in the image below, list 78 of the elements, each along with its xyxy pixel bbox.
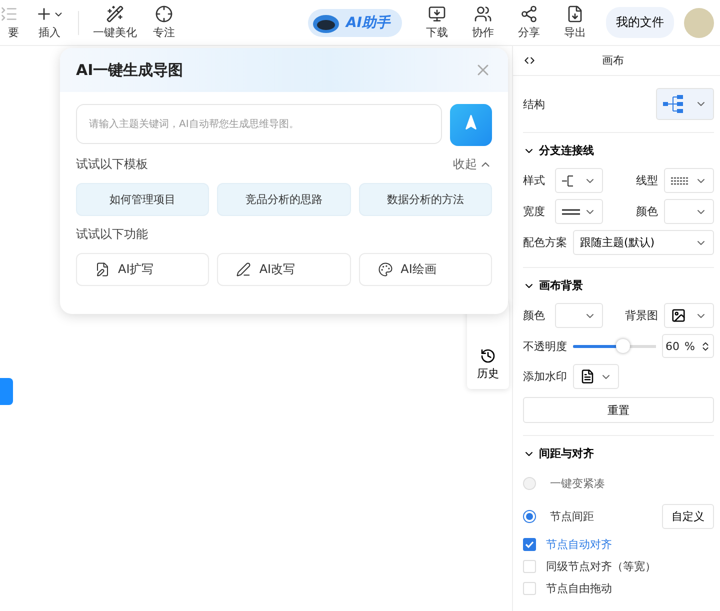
history-icon bbox=[480, 348, 496, 364]
line-type-select[interactable] bbox=[664, 168, 714, 193]
feature-button[interactable]: AI绘画 bbox=[358, 253, 492, 286]
color-select[interactable] bbox=[664, 199, 714, 224]
branch-style-select[interactable] bbox=[555, 168, 603, 193]
toolbar-button[interactable]: 插入 bbox=[27, 5, 72, 40]
section-label: 试试以下功能 bbox=[76, 226, 149, 243]
watermark-select[interactable] bbox=[573, 364, 619, 389]
dialog-title: AI一键生成导图 bbox=[76, 60, 184, 80]
structure-select[interactable] bbox=[656, 88, 714, 120]
my-files-button[interactable]: 我的文件 bbox=[606, 7, 674, 38]
field-label: 样式 bbox=[523, 173, 546, 188]
toolbar-button[interactable]: 专注 bbox=[145, 5, 183, 40]
slider-handle[interactable] bbox=[616, 339, 630, 353]
section-title: 画布背景 bbox=[539, 278, 583, 293]
field-label: 背景图 bbox=[625, 308, 658, 323]
collapse-button[interactable]: 收起 bbox=[453, 156, 492, 173]
download-icon bbox=[428, 5, 446, 23]
background-image-select[interactable] bbox=[664, 303, 714, 328]
line-width-icon bbox=[562, 208, 580, 216]
checkbox-label: 节点自动对齐 bbox=[546, 537, 612, 552]
toolbar-button[interactable]: 要 bbox=[0, 5, 27, 40]
share-icon bbox=[520, 5, 538, 23]
dashed-line-icon bbox=[671, 176, 689, 184]
export-icon bbox=[566, 5, 584, 23]
document-icon bbox=[580, 369, 595, 384]
magic-wand-icon bbox=[106, 5, 124, 23]
prompt-field[interactable]: 请输入主题关键词，AI自动帮您生成思维导图。 bbox=[76, 104, 442, 144]
image-icon bbox=[671, 308, 686, 323]
send-button[interactable] bbox=[450, 104, 492, 146]
width-select[interactable] bbox=[555, 199, 603, 224]
option-label: 节点间距 bbox=[550, 509, 594, 524]
section-header[interactable]: 画布背景 bbox=[523, 278, 714, 293]
section-label: 试试以下模板 bbox=[76, 156, 148, 173]
crosshair-icon bbox=[155, 5, 173, 23]
option-label: 一键变紧凑 bbox=[550, 476, 605, 491]
field-label: 不透明度 bbox=[523, 338, 567, 354]
palette-icon bbox=[378, 262, 393, 277]
opacity-field[interactable]: 60 % bbox=[662, 334, 714, 358]
section-header[interactable]: 间距与对齐 bbox=[523, 446, 714, 461]
section-title: 分支连接线 bbox=[539, 143, 594, 158]
feature-button[interactable]: AI扩写 bbox=[76, 253, 210, 286]
checkbox-label: 节点自由拖动 bbox=[546, 581, 612, 596]
toolbar-button[interactable]: 一键美化 bbox=[85, 5, 145, 40]
field-label: 添加水印 bbox=[523, 369, 567, 384]
summary-icon bbox=[0, 5, 18, 23]
check-icon bbox=[525, 540, 534, 549]
section-title: 间距与对齐 bbox=[539, 446, 594, 461]
section-header[interactable]: 分支连接线 bbox=[523, 143, 714, 158]
template-button[interactable]: 竞品分析的思路 bbox=[217, 183, 351, 216]
reset-button[interactable]: 重置 bbox=[523, 397, 714, 423]
template-button[interactable]: 如何管理项目 bbox=[76, 183, 210, 216]
panel-title: 画布 bbox=[601, 53, 625, 68]
background-color-select[interactable] bbox=[555, 303, 603, 328]
feature-button[interactable]: AI改写 bbox=[217, 253, 351, 286]
color-scheme-select[interactable]: 跟随主题(默认) bbox=[573, 230, 714, 255]
plus-icon bbox=[35, 5, 53, 23]
field-label: 颜色 bbox=[523, 308, 546, 323]
field-label: 线型 bbox=[636, 173, 658, 188]
toolbar-button[interactable]: 下载 bbox=[414, 5, 460, 40]
field-label: 配色方案 bbox=[523, 235, 567, 250]
pen-icon bbox=[236, 262, 252, 277]
toolbar-button[interactable]: 分享 bbox=[506, 5, 552, 40]
document-pen-icon bbox=[95, 262, 110, 277]
history-button[interactable]: 历史 bbox=[477, 348, 499, 381]
toolbar-button[interactable]: 协作 bbox=[460, 5, 506, 40]
connector-icon bbox=[562, 174, 576, 188]
field-label: 结构 bbox=[523, 96, 545, 112]
stepper-icon bbox=[700, 340, 711, 352]
radio-button[interactable] bbox=[523, 510, 536, 523]
template-button[interactable]: 数据分析的方法 bbox=[358, 183, 492, 216]
toolbar-button[interactable]: 导出 bbox=[552, 5, 598, 40]
field-label: 宽度 bbox=[523, 204, 546, 219]
checkbox[interactable] bbox=[523, 538, 536, 551]
checkbox-label: 同级节点对齐（等宽） bbox=[546, 559, 656, 574]
users-icon bbox=[474, 5, 492, 23]
field-label: 颜色 bbox=[636, 204, 658, 219]
custom-button[interactable]: 自定义 bbox=[662, 504, 714, 529]
